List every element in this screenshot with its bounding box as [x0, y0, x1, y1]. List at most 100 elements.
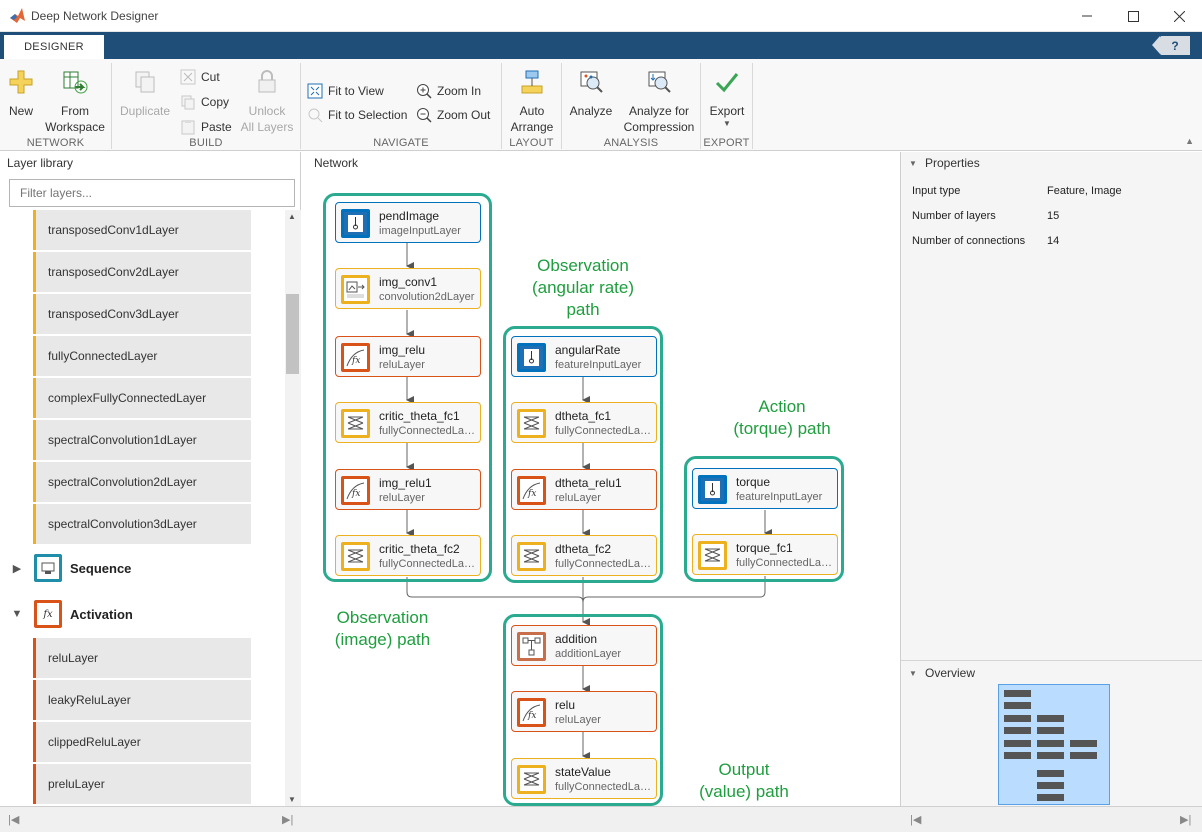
label-line: (image) path	[334, 630, 431, 649]
layer-node-critic_theta_fc2[interactable]: critic_theta_fc2 fullyConnectedLayer	[335, 535, 481, 576]
layer-node-torque[interactable]: torque featureInputLayer	[692, 468, 838, 509]
input-layer-icon	[341, 209, 370, 238]
divider	[901, 660, 1202, 661]
label-output-path: Output (value) path	[674, 759, 814, 803]
minimap-block	[1004, 715, 1031, 722]
label-rate-path: Observation (angular rate) path	[513, 255, 653, 321]
layer-node-critic_theta_fc1[interactable]: critic_theta_fc1 fullyConnectedLayer	[335, 402, 481, 443]
layer-node-addition[interactable]: addition additionLayer	[511, 625, 657, 666]
panel-start-icon[interactable]: |◀	[8, 813, 19, 826]
fully-connected-icon	[698, 541, 727, 570]
label-line: (angular rate)	[531, 278, 635, 297]
minimap-block	[1037, 727, 1064, 734]
label-action-path: Action (torque) path	[712, 396, 852, 440]
group-image-path	[323, 193, 492, 582]
layer-node-dtheta_fc2[interactable]: dtheta_fc2 fullyConnectedLayer	[511, 535, 657, 576]
property-value: 15	[1047, 210, 1060, 222]
input-layer-icon	[698, 475, 727, 504]
svg-text:fx: fx	[351, 489, 360, 499]
node-type: fullyConnectedLayer	[379, 425, 477, 437]
relu-fx-icon: fx	[341, 343, 370, 372]
fully-connected-icon	[517, 542, 546, 571]
node-type: featureInputLayer	[736, 491, 823, 503]
node-type: featureInputLayer	[555, 359, 642, 371]
node-name: torque_fc1	[736, 541, 793, 555]
minimap-block	[1070, 740, 1097, 747]
property-row: Number of layers 15	[912, 210, 1059, 222]
node-name: addition	[555, 632, 598, 646]
node-type: additionLayer	[555, 648, 622, 660]
property-key: Number of connections	[912, 235, 1026, 247]
panel-end-icon[interactable]: ▶|	[1180, 813, 1191, 826]
fully-connected-icon	[341, 542, 370, 571]
svg-text:fx: fx	[527, 489, 536, 499]
fully-connected-icon	[517, 765, 546, 794]
property-value: 14	[1047, 235, 1060, 247]
property-value: Feature, Image	[1047, 185, 1122, 197]
collapse-triangle-icon: ▼	[909, 158, 917, 168]
minimap-block	[1037, 752, 1064, 759]
layer-node-angularRate[interactable]: angularRate featureInputLayer	[511, 336, 657, 377]
minimap-block	[1037, 740, 1064, 747]
property-key: Number of layers	[912, 210, 996, 222]
panel-collapse-icon[interactable]: ▶|	[282, 813, 293, 826]
minimap-block	[1004, 690, 1031, 697]
overview-minimap[interactable]	[998, 684, 1110, 805]
layer-node-pendImage[interactable]: pendImage imageInputLayer	[335, 202, 481, 243]
node-type: reluLayer	[379, 492, 425, 504]
node-name: dtheta_fc2	[555, 542, 612, 556]
panel-expand-icon[interactable]: |◀	[910, 813, 921, 826]
label-line: (torque) path	[733, 419, 831, 438]
fully-connected-icon	[341, 409, 370, 438]
layer-node-dtheta_fc1[interactable]: dtheta_fc1 fullyConnectedLayer	[511, 402, 657, 443]
node-name: dtheta_relu1	[555, 476, 622, 490]
layer-node-torque_fc1[interactable]: torque_fc1 fullyConnectedLayer	[692, 534, 838, 575]
node-type: fullyConnectedLayer	[555, 425, 653, 437]
layer-node-img_relu1[interactable]: fx img_relu1 reluLayer	[335, 469, 481, 510]
layer-node-dtheta_relu1[interactable]: fx dtheta_relu1 reluLayer	[511, 469, 657, 510]
node-name: pendImage	[379, 209, 440, 223]
fully-connected-icon	[517, 409, 546, 438]
node-name: img_relu	[379, 343, 426, 357]
relu-fx-icon: fx	[517, 698, 546, 727]
node-name: dtheta_fc1	[555, 409, 612, 423]
node-type: imageInputLayer	[379, 225, 461, 237]
properties-panel: ▼ Properties Input type Feature, Image Nu…	[900, 152, 1202, 806]
minimap-block	[1037, 794, 1064, 801]
label-line: Observation	[537, 256, 629, 275]
layer-node-img_relu[interactable]: fx img_relu reluLayer	[335, 336, 481, 377]
svg-text:fx: fx	[351, 356, 360, 366]
node-name: relu	[555, 698, 576, 712]
node-name: critic_theta_fc1	[379, 409, 460, 423]
layer-node-img_conv1[interactable]: img_conv1 convolution2dLayer	[335, 268, 481, 309]
relu-fx-icon: fx	[517, 476, 546, 505]
layer-node-stateValue[interactable]: stateValue fullyConnectedLayer	[511, 758, 657, 799]
minimap-block	[1004, 752, 1031, 759]
node-name: critic_theta_fc2	[379, 542, 460, 556]
node-type: reluLayer	[555, 492, 601, 504]
node-type: reluLayer	[555, 714, 601, 726]
addition-icon	[517, 632, 546, 661]
input-layer-icon	[517, 343, 546, 372]
minimap-block	[1070, 752, 1097, 759]
node-type: fullyConnectedLayer	[379, 558, 477, 570]
node-name: torque	[736, 475, 771, 489]
minimap-block	[1004, 727, 1031, 734]
minimap-block	[1037, 782, 1064, 789]
node-type: reluLayer	[379, 359, 425, 371]
label-line: Output	[718, 760, 770, 779]
label-line: Action	[758, 397, 806, 416]
overview-header[interactable]: ▼ Overview	[901, 662, 1202, 684]
node-type: fullyConnectedLayer	[555, 781, 653, 793]
svg-text:fx: fx	[527, 711, 536, 721]
layer-node-relu[interactable]: fx relu reluLayer	[511, 691, 657, 732]
node-name: img_relu1	[379, 476, 432, 490]
properties-header[interactable]: ▼ Properties	[901, 152, 1202, 174]
label-line: path	[566, 300, 600, 319]
collapse-triangle-icon: ▼	[909, 668, 917, 678]
node-type: fullyConnectedLayer	[736, 557, 834, 569]
properties-title: Properties	[925, 156, 980, 170]
property-key: Input type	[912, 185, 961, 197]
label-image-path: Observation (image) path	[310, 607, 455, 651]
minimap-block	[1037, 715, 1064, 722]
